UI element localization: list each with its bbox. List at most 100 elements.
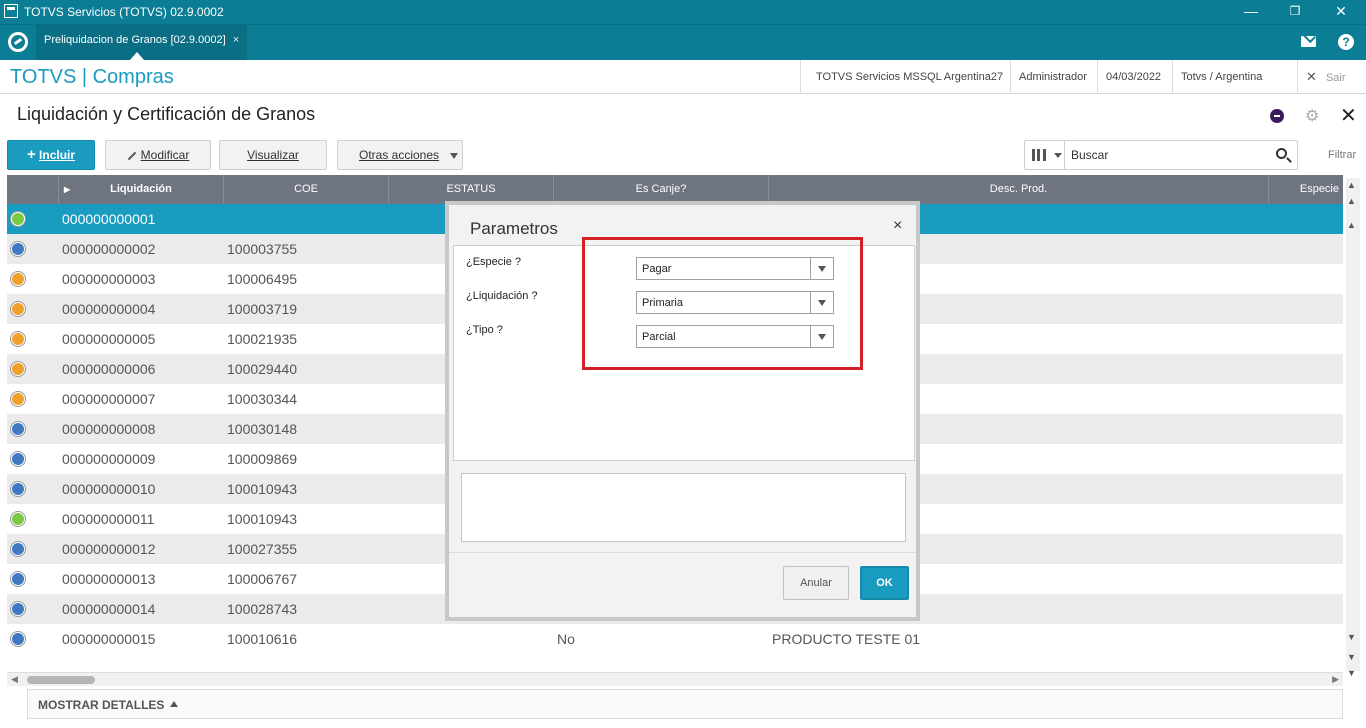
table-row[interactable]: 000000000015 100010616 No PRODUCTO TESTE 01 xyxy=(7,624,1343,654)
chevron-down-icon xyxy=(450,153,458,159)
coe-cell: 100003719 xyxy=(227,301,298,317)
status-blue-icon xyxy=(11,572,25,586)
liquidacion-cell: 000000000014 xyxy=(62,601,156,617)
dialog-title: Parametros xyxy=(470,219,558,238)
desc-prod-cell: PRODUCTO TESTE 01 xyxy=(772,631,921,647)
parameter-description-area xyxy=(461,473,906,542)
tipo-label: ¿Tipo ? xyxy=(466,324,503,336)
column-header-desc-prod[interactable]: Desc. Prod. xyxy=(769,175,1269,204)
incluir-button[interactable]: + Incluir xyxy=(7,140,95,170)
es-canje-cell: No xyxy=(557,631,575,647)
status-blue-icon xyxy=(11,482,25,496)
help-icon[interactable]: ? xyxy=(1338,34,1354,50)
search-box: Buscar xyxy=(1024,140,1298,170)
otras-acciones-button[interactable]: Otras acciones xyxy=(337,140,463,170)
minus-circle-icon[interactable] xyxy=(1270,109,1284,123)
exit-label: Sair xyxy=(1325,72,1346,84)
scroll-left-icon[interactable]: ◀ xyxy=(11,674,18,685)
status-orange-icon xyxy=(11,302,25,316)
status-column-header xyxy=(7,175,59,204)
window-title: TOTVS Servicios (TOTVS) 02.9.0002 xyxy=(24,5,224,19)
window-titlebar: TOTVS Servicios (TOTVS) 02.9.0002 — ❐ ✕ xyxy=(0,0,1366,24)
status-blue-icon xyxy=(11,452,25,466)
scroll-page-up-icon[interactable]: ▲ xyxy=(1347,196,1356,206)
scroll-bottom-icon[interactable]: ▼ xyxy=(1347,668,1356,678)
status-orange-icon xyxy=(11,362,25,376)
otras-acciones-label: Otras acciones xyxy=(359,148,440,162)
chevron-up-icon xyxy=(170,701,179,707)
column-header-es-canje[interactable]: Es Canje? xyxy=(554,175,769,204)
server-info: TOTVS Servicios MSSQL Argentina27 xyxy=(800,60,1011,94)
liquidacion-cell: 000000000001 xyxy=(62,211,156,227)
status-blue-icon xyxy=(11,602,25,616)
tab-close-icon[interactable]: × xyxy=(233,34,239,46)
column-header-estatus[interactable]: ESTATUS xyxy=(389,175,554,204)
status-green-icon xyxy=(11,512,25,526)
status-orange-icon xyxy=(11,272,25,286)
modificar-button[interactable]: Modificar xyxy=(105,140,211,170)
status-green-icon xyxy=(11,212,25,226)
scroll-up-icon[interactable]: ▲ xyxy=(1347,220,1356,230)
minimize-button[interactable]: — xyxy=(1228,0,1274,24)
horizontal-scrollbar[interactable]: ◀ ▶ xyxy=(7,672,1343,686)
liquidacion-cell: 000000000006 xyxy=(62,361,156,377)
app-header: TOTVS | Compras TOTVS Servicios MSSQL Ar… xyxy=(0,60,1366,94)
scroll-right-icon[interactable]: ▶ xyxy=(1332,674,1339,685)
scroll-top-icon[interactable]: ▲ xyxy=(1347,180,1356,190)
date-info: 04/03/2022 xyxy=(1097,60,1169,94)
details-bar[interactable]: MOSTRAR DETALLES xyxy=(27,689,1343,719)
company-info: Totvs / Argentina xyxy=(1172,60,1270,94)
coe-cell: 100003755 xyxy=(227,241,298,257)
close-window-button[interactable]: ✕ xyxy=(1318,0,1364,24)
ok-button[interactable]: OK xyxy=(860,566,909,600)
column-selector-button[interactable] xyxy=(1025,141,1065,169)
sort-arrow-icon: ▶ xyxy=(64,185,71,194)
status-orange-icon xyxy=(11,392,25,406)
plus-icon: + xyxy=(26,146,36,163)
especie-label: ¿Especie ? xyxy=(466,256,522,268)
liquidacion-cell: 000000000012 xyxy=(62,541,156,557)
status-blue-icon xyxy=(11,422,25,436)
coe-cell: 100030148 xyxy=(227,421,298,437)
search-icon[interactable] xyxy=(1276,148,1287,159)
coe-cell: 100010943 xyxy=(227,481,298,497)
gear-icon[interactable]: ⚙ xyxy=(1305,106,1319,126)
scroll-down-icon[interactable]: ▼ xyxy=(1347,632,1356,642)
dialog-close-button[interactable]: × xyxy=(893,217,902,235)
totvs-logo-icon[interactable] xyxy=(8,32,28,52)
coe-cell: 100030344 xyxy=(227,391,298,407)
column-header-liquidacion[interactable]: ▶ Liquidación xyxy=(59,175,224,204)
columns-icon xyxy=(1032,149,1046,161)
pencil-icon xyxy=(127,151,136,161)
status-blue-icon xyxy=(11,542,25,556)
scroll-page-down-icon[interactable]: ▼ xyxy=(1347,652,1356,662)
liquidacion-cell: 000000000011 xyxy=(62,511,155,527)
mail-icon[interactable] xyxy=(1301,36,1316,47)
status-orange-icon xyxy=(11,332,25,346)
active-tab-caret-icon xyxy=(130,52,144,60)
coe-cell: 100027355 xyxy=(227,541,298,557)
restore-button[interactable]: ❐ xyxy=(1272,0,1318,24)
close-page-button[interactable]: ✕ xyxy=(1340,103,1357,128)
column-header-especie[interactable]: Especie xyxy=(1269,175,1343,204)
status-blue-icon xyxy=(11,242,25,256)
coe-cell: 100009869 xyxy=(227,451,298,467)
anular-button[interactable]: Anular xyxy=(783,566,849,600)
horizontal-scroll-thumb[interactable] xyxy=(27,676,95,684)
exit-button[interactable]: ✕ Sair xyxy=(1297,60,1366,94)
liquidacion-cell: 000000000004 xyxy=(62,301,156,317)
visualizar-button[interactable]: Visualizar xyxy=(219,140,327,170)
column-header-coe[interactable]: COE xyxy=(224,175,389,204)
app-window-icon xyxy=(4,4,18,18)
search-input[interactable]: Buscar xyxy=(1071,148,1108,162)
coe-cell: 100010616 xyxy=(227,631,298,647)
filter-link[interactable]: Filtrar xyxy=(1328,149,1356,161)
highlight-annotation-box xyxy=(582,237,863,370)
coe-cell: 100021935 xyxy=(227,331,298,347)
dialog-divider xyxy=(449,552,916,553)
liquidacion-cell: 000000000009 xyxy=(62,451,156,467)
vertical-scrollbar[interactable] xyxy=(1346,178,1360,671)
page-title: Liquidación y Certificación de Granos xyxy=(17,104,316,124)
mostrar-detalles-toggle[interactable]: MOSTRAR DETALLES xyxy=(38,698,179,712)
coe-cell: 100006767 xyxy=(227,571,298,587)
